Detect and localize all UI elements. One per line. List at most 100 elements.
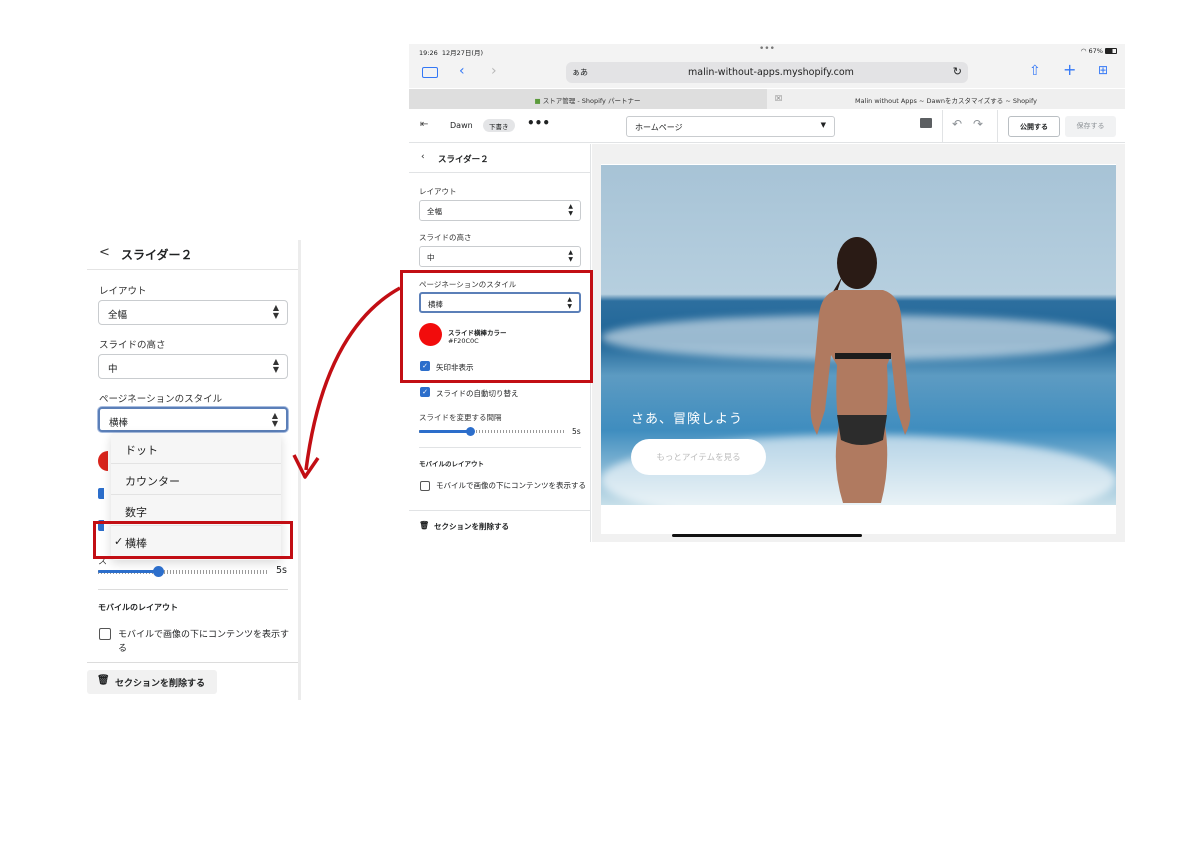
layout-select-value: 全幅 <box>108 310 128 321</box>
theme-name: Dawn <box>450 121 473 130</box>
mobile-layout-heading: モバイルのレイアウト <box>419 460 484 468</box>
divider <box>87 662 298 663</box>
toolbar-separator <box>942 110 943 143</box>
toolbar-separator <box>997 110 998 143</box>
status-bar: 19:26 12月27日(月) ••• ◠ 67% <box>409 44 1125 58</box>
slide-height-select-value: 中 <box>108 364 118 375</box>
slider-fill <box>98 570 158 573</box>
slide-height-select[interactable]: 中 ▲ ▼ <box>98 354 288 379</box>
new-tab-icon[interactable]: + <box>1063 60 1076 79</box>
sidebar-toggle-icon[interactable] <box>422 67 438 78</box>
layout-select[interactable]: 全幅 ▲ ▼ <box>419 200 581 221</box>
divider <box>419 447 581 448</box>
reader-aa[interactable]: ぁあ <box>572 67 588 78</box>
select-caret-icon: ▲ ▼ <box>272 303 279 320</box>
more-actions-icon[interactable]: ••• <box>527 116 550 130</box>
reload-icon[interactable]: ↻ <box>953 65 962 78</box>
publish-button[interactable]: 公開する <box>1008 116 1060 137</box>
tab-bar: ■ ストア管理 - Shopify パートナー ☒ Malin without … <box>409 89 1125 109</box>
highlight-box-selected-option <box>93 521 293 559</box>
slide-height-select[interactable]: 中 ▲ ▼ <box>419 246 581 267</box>
mobile-layout-checkbox-label: モバイルで画像の下にコンテンツを表示する <box>436 481 586 490</box>
battery-icon <box>1105 48 1117 54</box>
tab-close-icon[interactable]: ☒ <box>775 94 782 103</box>
pagination-style-label: ページネーションのスタイル <box>99 394 223 405</box>
select-caret-icon: ▲ ▼ <box>568 249 573 263</box>
editor-toolbar: ⇤ Dawn 下書き ••• ホームページ ▼ ↶ ↷ 公開する 保存する <box>409 110 1125 143</box>
interval-slider[interactable] <box>419 427 564 436</box>
dropdown-option-counter[interactable]: カウンター <box>111 464 281 495</box>
slider-fill <box>419 430 470 433</box>
slider-value: 5s <box>276 565 287 576</box>
layout-label: レイアウト <box>99 286 147 297</box>
slide-height-label: スライドの高さ <box>99 340 166 351</box>
pagination-style-select-value: 横棒 <box>109 418 129 429</box>
delete-section-button[interactable]: 🗑 セクションを削除する <box>87 670 217 694</box>
back-icon[interactable]: ‹ <box>459 63 465 79</box>
pagination-style-select[interactable]: 横棒 ▲ ▼ <box>98 407 288 432</box>
mobile-layout-checkbox[interactable] <box>99 628 111 640</box>
mobile-layout-checkbox[interactable] <box>420 481 430 491</box>
preview-frame: さあ、冒険しよう もっとアイテムを見る <box>601 164 1116 534</box>
save-button[interactable]: 保存する <box>1065 116 1116 137</box>
delete-section-button[interactable]: 🗑 セクションを削除する <box>419 521 509 532</box>
tab-overview-icon[interactable]: ⊞ <box>1098 63 1108 77</box>
autoplay-checkbox[interactable]: ✓ <box>420 387 430 397</box>
person-figure-image <box>810 237 911 503</box>
share-icon[interactable]: ⇧ <box>1029 63 1041 79</box>
undo-icon[interactable]: ↶ <box>952 117 962 131</box>
trash-icon: 🗑 <box>97 675 110 686</box>
redo-icon[interactable]: ↷ <box>973 117 983 131</box>
tab-store-admin[interactable]: ■ ストア管理 - Shopify パートナー <box>409 89 766 109</box>
mobile-layout-heading: モバイルのレイアウト <box>98 603 178 612</box>
back-chevron-icon[interactable]: ‹ <box>421 152 425 162</box>
autoplay-label: スライドの自動切り替え <box>436 389 519 398</box>
back-chevron-icon[interactable]: < <box>99 245 110 260</box>
dropdown-option-dot[interactable]: ドット <box>111 433 281 464</box>
exit-icon[interactable]: ⇤ <box>420 119 428 130</box>
select-caret-icon: ▲ ▼ <box>568 203 573 217</box>
url-text: malin-without-apps.myshopify.com <box>688 67 854 78</box>
status-time: 19:26 12月27日(月) <box>419 49 483 57</box>
interval-value: 5s <box>572 427 581 436</box>
tab-customize[interactable]: ☒ Malin without Apps ~ Dawnをカスタマイズする ~ S… <box>767 89 1125 109</box>
multitask-dots[interactable]: ••• <box>759 44 775 54</box>
hero-cta-button[interactable]: もっとアイテムを見る <box>631 439 766 475</box>
hero-heading: さあ、冒険しよう <box>631 412 744 427</box>
mobile-layout-checkbox-label: モバイルで画像の下にコンテンツを表示する <box>118 630 290 654</box>
layout-select[interactable]: 全幅 ▲ ▼ <box>98 300 288 325</box>
divider <box>98 589 288 590</box>
store-preview: さあ、冒険しよう もっとアイテムを見る <box>592 144 1125 542</box>
url-bar[interactable]: ぁあ malin-without-apps.myshopify.com ↻ <box>566 62 968 83</box>
status-battery: ◠ 67% <box>1081 47 1117 55</box>
panel-title: スライダー２ <box>121 248 193 262</box>
forward-icon[interactable]: › <box>491 63 497 79</box>
wifi-icon: ◠ <box>1080 47 1087 55</box>
sidebar-title: スライダー２ <box>438 155 489 165</box>
highlight-box-pagination-settings <box>400 270 593 383</box>
sidebar-header: ‹ スライダー２ <box>409 144 591 173</box>
draft-badge: 下書き <box>483 119 515 132</box>
select-caret-icon: ▲ ▼ <box>272 357 279 374</box>
select-caret-icon: ▲ ▼ <box>271 411 278 428</box>
page-select[interactable]: ホームページ ▼ <box>626 116 835 137</box>
color-swatch-partial <box>98 451 108 471</box>
slider-knob[interactable] <box>465 427 475 436</box>
desktop-preview-icon[interactable] <box>920 118 932 128</box>
browser-bar: ‹ › ぁあ malin-without-apps.myshopify.com … <box>409 58 1125 88</box>
interval-label: スライドを変更する間隔 <box>419 413 502 422</box>
interval-slider[interactable] <box>98 566 268 577</box>
shopify-icon: ■ <box>534 97 541 105</box>
chevron-down-icon: ▼ <box>820 121 826 129</box>
zoomed-settings-panel: < スライダー２ レイアウト 全幅 ▲ ▼ スライドの高さ 中 ▲ ▼ ページネーシ… <box>87 240 301 700</box>
slider-knob[interactable] <box>152 566 164 577</box>
layout-label: レイアウト <box>419 187 457 196</box>
trash-icon: 🗑 <box>419 521 430 530</box>
checkbox-partial <box>98 488 104 499</box>
home-indicator[interactable] <box>672 534 862 537</box>
hero-slide-image: さあ、冒険しよう もっとアイテムを見る <box>601 165 1116 505</box>
slide-height-label: スライドの高さ <box>419 233 472 242</box>
divider <box>409 510 591 511</box>
delete-section-label: セクションを削除する <box>115 679 206 689</box>
panel-header: < スライダー２ <box>87 240 298 270</box>
